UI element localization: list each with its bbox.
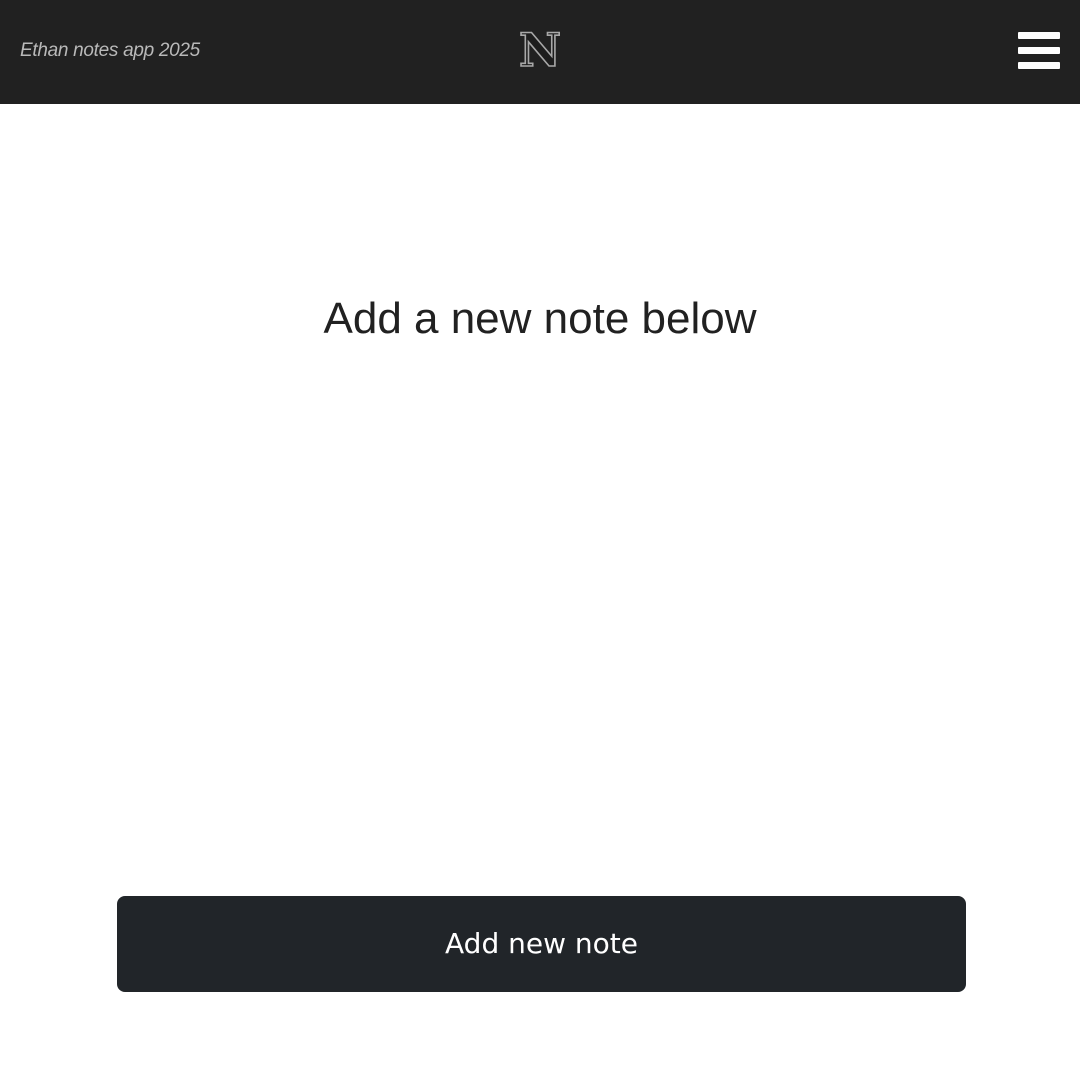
logo-letter: N — [519, 24, 561, 72]
add-new-note-button[interactable]: Add new note — [117, 896, 966, 992]
hamburger-menu-icon — [1018, 32, 1060, 39]
hamburger-menu-icon-bar — [1018, 47, 1060, 54]
top-navbar: Ethan notes app 2025 N — [0, 0, 1080, 104]
app-title: Ethan notes app 2025 — [20, 40, 200, 61]
page-heading: Add a new note below — [323, 294, 757, 343]
n-letter-logo-icon: N — [518, 24, 562, 72]
notes-app: Ethan notes app 2025 N Add a new note be… — [0, 0, 1080, 1080]
hamburger-menu-button[interactable] — [1010, 26, 1068, 76]
hamburger-menu-icon-bar — [1018, 62, 1060, 69]
